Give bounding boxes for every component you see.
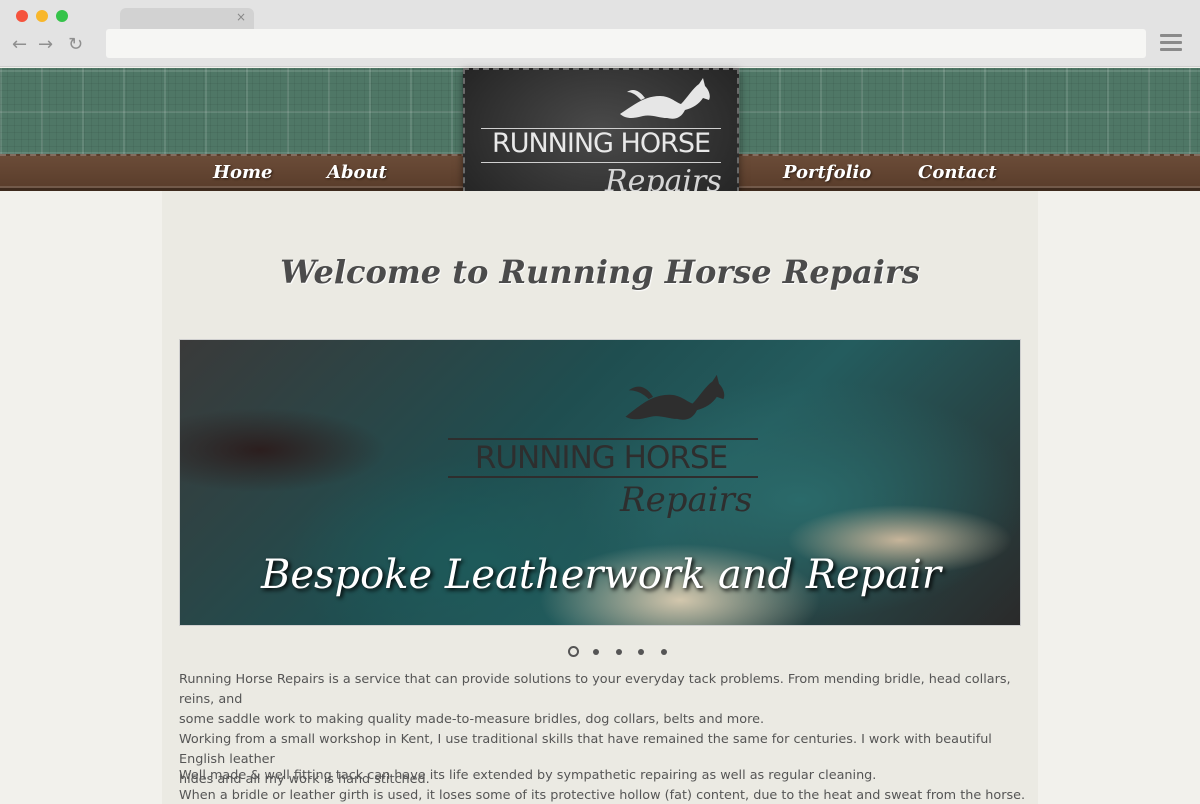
nav-about[interactable]: About: [327, 162, 387, 183]
tab-close-icon[interactable]: ×: [236, 10, 246, 24]
text-line: some saddle work to making quality made-…: [179, 712, 765, 727]
horse-icon: [625, 374, 725, 420]
nav-contact[interactable]: Contact: [918, 162, 997, 183]
logo-divider: [481, 162, 721, 163]
page-title: Welcome to Running Horse Repairs: [280, 253, 920, 291]
slider-dot[interactable]: [638, 649, 644, 655]
slide-caption: Bespoke Leatherwork and Repair: [260, 552, 942, 598]
minimize-window-button[interactable]: [36, 10, 48, 22]
nav-home[interactable]: Home: [213, 162, 273, 183]
slide-logo-subtitle: Repairs: [620, 480, 753, 520]
browser-tab[interactable]: ×: [120, 8, 254, 30]
text-line: Working from a small workshop in Kent, I…: [179, 732, 992, 767]
text-line: When a bridle or leather girth is used, …: [179, 788, 1026, 803]
browser-chrome: × ← → ↻: [0, 0, 1200, 67]
reload-icon[interactable]: ↻: [68, 34, 83, 55]
hero-slider[interactable]: RUNNING HORSE Repairs Bespoke Leatherwor…: [179, 339, 1021, 626]
nav-portfolio[interactable]: Portfolio: [783, 162, 871, 183]
slider-dot[interactable]: [568, 646, 579, 657]
slider-dot[interactable]: [616, 649, 622, 655]
text-line: Well made & well fitting tack can have i…: [179, 768, 877, 783]
horse-icon: [620, 78, 710, 119]
slider-dot[interactable]: [593, 649, 599, 655]
close-window-button[interactable]: [16, 10, 28, 22]
hamburger-menu-icon[interactable]: [1160, 34, 1182, 52]
forward-arrow-icon[interactable]: →: [38, 34, 53, 55]
maximize-window-button[interactable]: [56, 10, 68, 22]
slide-logo-title: RUNNING HORSE: [474, 440, 728, 476]
text-line: Running Horse Repairs is a service that …: [179, 672, 1011, 707]
logo-title: RUNNING HORSE: [491, 128, 711, 159]
care-paragraph: Well made & well fitting tack can have i…: [179, 766, 1029, 804]
slider-dot[interactable]: [661, 649, 667, 655]
address-bar[interactable]: [106, 29, 1146, 58]
slide-logo-divider: [448, 476, 758, 478]
back-arrow-icon[interactable]: ←: [12, 34, 27, 55]
